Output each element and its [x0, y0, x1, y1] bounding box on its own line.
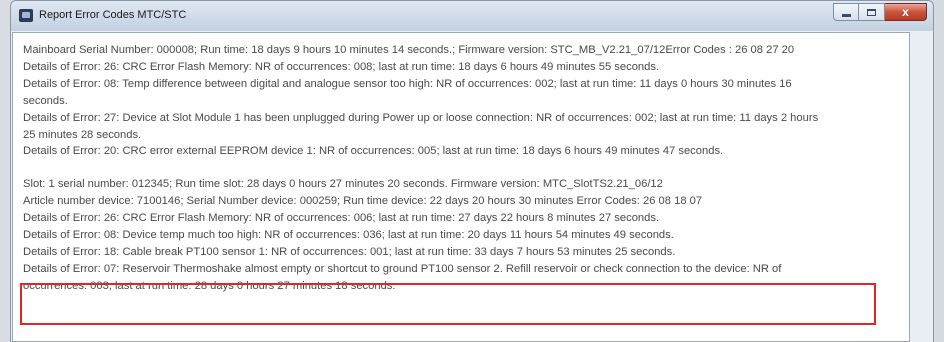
mainboard-error-line: Details of Error: 08: Temp difference be… — [23, 77, 792, 90]
mainboard-summary-line: Mainboard Serial Number: 000008; Run tim… — [23, 44, 795, 56]
error-report-log: Mainboard Serial Number: 000008; Run tim… — [23, 42, 909, 295]
close-icon: x — [902, 5, 909, 19]
slot-error-line: Details of Error: 18: Cable break PT100 … — [23, 245, 676, 258]
close-button[interactable]: x — [885, 3, 927, 21]
mainboard-error-line: Details of Error: 27: Device at Slot Mod… — [23, 111, 819, 124]
minimize-button[interactable] — [833, 3, 859, 21]
slot-error-line: Details of Error: 07: Reservoir Thermosh… — [23, 262, 782, 275]
maximize-button[interactable] — [859, 3, 885, 21]
mainboard-error-line: Details of Error: 26: CRC Error Flash Me… — [23, 60, 660, 73]
slot-error-line: Details of Error: 26: CRC Error Flash Me… — [23, 212, 660, 225]
mainboard-error-line: Details of Error: 20: CRC error external… — [23, 145, 724, 158]
title-bar[interactable]: Report Error Codes MTC/STC x — [11, 1, 933, 31]
slot-device-line: Article number device: 7100146; Serial N… — [23, 195, 703, 208]
minimize-icon — [841, 13, 851, 17]
maximize-icon — [867, 8, 876, 16]
slot-summary-line: Slot: 1 serial number: 012345; Run time … — [23, 178, 663, 191]
mainboard-error-line: seconds. — [23, 94, 68, 107]
highlight-box — [20, 283, 876, 325]
slot-error-line: Details of Error: 08: Device temp much t… — [23, 229, 674, 242]
app-icon[interactable] — [19, 9, 33, 22]
caption-buttons: x — [833, 3, 927, 23]
mainboard-error-line: 25 minutes 28 seconds. — [23, 128, 142, 141]
window-title: Report Error Codes MTC/STC — [39, 9, 187, 21]
